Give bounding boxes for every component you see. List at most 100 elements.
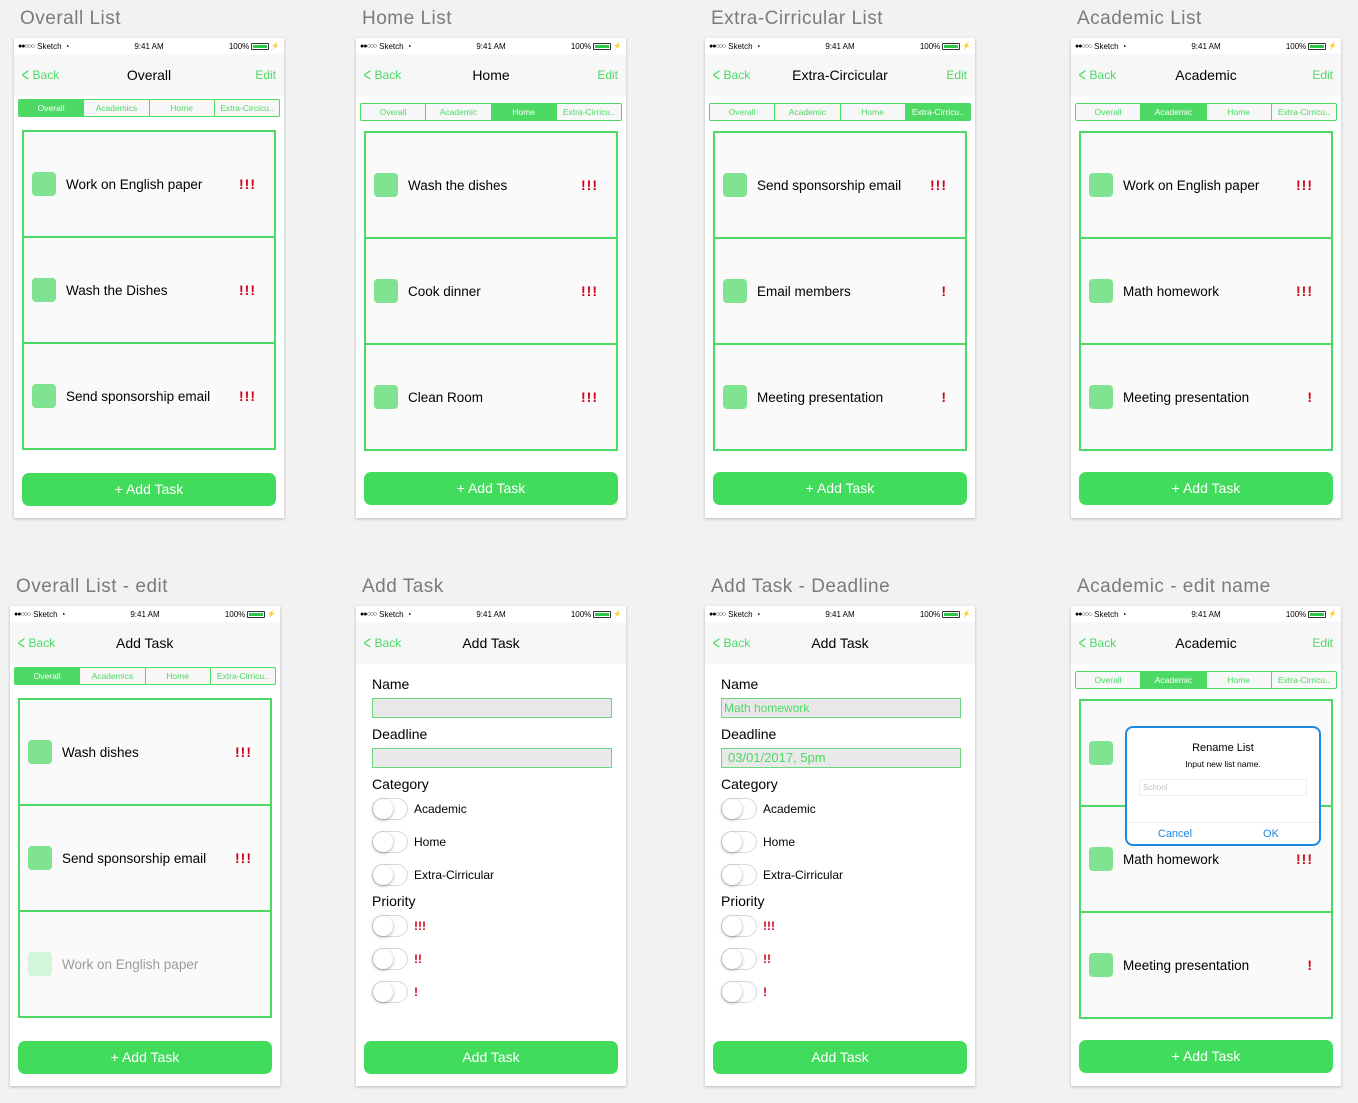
task-checkbox[interactable] xyxy=(1089,173,1113,197)
edit-button[interactable]: Edit xyxy=(597,68,618,82)
priority-low-toggle[interactable] xyxy=(372,980,408,1003)
back-button[interactable]: < Back xyxy=(362,66,402,84)
cancel-button[interactable]: Cancel xyxy=(1127,823,1223,844)
category-home-toggle[interactable] xyxy=(721,830,757,853)
task-checkbox[interactable] xyxy=(723,279,747,303)
task-row[interactable]: Send sponsorship email!!! xyxy=(713,131,967,239)
tab-academic[interactable]: Academic xyxy=(775,104,841,120)
task-checkbox[interactable] xyxy=(723,385,747,409)
edit-button[interactable]: Edit xyxy=(255,68,276,82)
category-home-toggle[interactable] xyxy=(372,830,408,853)
task-checkbox[interactable] xyxy=(1089,741,1113,765)
task-row[interactable]: Send sponsorship email!!! xyxy=(22,342,276,450)
tab-overall[interactable]: Overall xyxy=(15,668,81,684)
tab-home[interactable]: Home xyxy=(1207,104,1272,120)
tab-overall[interactable]: Overall xyxy=(361,104,427,120)
task-checkbox[interactable] xyxy=(1089,385,1113,409)
back-button[interactable]: < Back xyxy=(20,66,60,84)
tab-academic[interactable]: Academic xyxy=(1141,672,1207,688)
tab-extra-curricular[interactable]: Extra-Cirricu.. xyxy=(1272,672,1336,688)
task-checkbox[interactable] xyxy=(374,173,398,197)
tab-home[interactable]: Home xyxy=(1207,672,1272,688)
add-task-button[interactable]: + Add Task xyxy=(22,473,276,506)
edit-button[interactable]: Edit xyxy=(1312,636,1333,650)
task-checkbox[interactable] xyxy=(374,385,398,409)
tab-home[interactable]: Home xyxy=(150,100,215,116)
tab-academics[interactable]: Academics xyxy=(84,100,150,116)
deadline-field[interactable] xyxy=(372,748,612,768)
list-name-input[interactable]: School xyxy=(1139,779,1307,796)
task-checkbox[interactable] xyxy=(723,173,747,197)
task-row[interactable]: Email members! xyxy=(713,237,967,345)
task-row[interactable]: Meeting presentation! xyxy=(1079,911,1333,1019)
submit-add-task-button[interactable]: Add Task xyxy=(713,1041,967,1074)
tab-home[interactable]: Home xyxy=(146,668,211,684)
back-button[interactable]: < Back xyxy=(1077,634,1117,652)
add-task-button[interactable]: + Add Task xyxy=(713,472,967,505)
task-checkbox[interactable] xyxy=(1089,279,1113,303)
task-row[interactable]: Send sponsorship email!!! xyxy=(18,804,272,912)
back-button[interactable]: < Back xyxy=(362,634,402,652)
category-academic-toggle[interactable] xyxy=(372,797,408,820)
back-button[interactable]: < Back xyxy=(711,66,751,84)
tab-home[interactable]: Home xyxy=(491,104,557,120)
back-button[interactable]: < Back xyxy=(1077,66,1117,84)
task-checkbox[interactable] xyxy=(32,278,56,302)
tab-extra-curricular[interactable]: Extra-Circicu.. xyxy=(215,100,279,116)
task-row-dragging[interactable]: Work on English paper xyxy=(18,910,272,1018)
edit-button[interactable]: Edit xyxy=(1312,68,1333,82)
task-row[interactable]: Wash dishes!!! xyxy=(18,698,272,806)
task-checkbox[interactable] xyxy=(1089,953,1113,977)
tab-overall[interactable]: Overall xyxy=(710,104,776,120)
priority-high-toggle[interactable] xyxy=(721,914,757,937)
priority-medium-toggle[interactable] xyxy=(372,947,408,970)
add-task-button[interactable]: + Add Task xyxy=(18,1041,272,1074)
task-checkbox[interactable] xyxy=(28,846,52,870)
tab-extra-curricular[interactable]: Extra-Cirricu.. xyxy=(557,104,621,120)
task-row[interactable]: Meeting presentation! xyxy=(713,343,967,451)
task-row[interactable]: Clean Room!!! xyxy=(364,343,618,451)
task-checkbox[interactable] xyxy=(32,172,56,196)
submit-add-task-button[interactable]: Add Task xyxy=(364,1041,618,1074)
priority-medium-toggle[interactable] xyxy=(721,947,757,970)
name-field[interactable]: Math homework xyxy=(721,698,961,718)
ok-button[interactable]: OK xyxy=(1223,823,1319,844)
add-task-button[interactable]: + Add Task xyxy=(364,472,618,505)
tab-overall[interactable]: Overall xyxy=(19,100,85,116)
task-checkbox[interactable] xyxy=(32,384,56,408)
tab-home[interactable]: Home xyxy=(841,104,906,120)
category-extra-curricular-toggle[interactable] xyxy=(721,863,757,886)
tab-academics[interactable]: Academics xyxy=(80,668,146,684)
task-row[interactable]: Work on English paper!!! xyxy=(22,130,276,238)
add-task-button[interactable]: + Add Task xyxy=(1079,1040,1333,1073)
tab-overall[interactable]: Overall xyxy=(1076,672,1142,688)
back-button[interactable]: < Back xyxy=(711,634,751,652)
category-academic-toggle[interactable] xyxy=(721,797,757,820)
priority-high-toggle[interactable] xyxy=(372,914,408,937)
task-checkbox[interactable] xyxy=(28,952,52,976)
tab-extra-curricular[interactable]: Extra-Cirricu.. xyxy=(211,668,275,684)
task-row[interactable]: Cook dinner!!! xyxy=(364,237,618,345)
tab-extra-curricular[interactable]: Extra-Cirricu.. xyxy=(1272,104,1336,120)
task-row[interactable]: Math homework!!! xyxy=(1079,237,1333,345)
task-row[interactable]: Wash the Dishes!!! xyxy=(22,236,276,344)
task-checkbox[interactable] xyxy=(374,279,398,303)
task-checkbox[interactable] xyxy=(28,740,52,764)
task-row[interactable]: Work on English paper!!! xyxy=(1079,131,1333,239)
deadline-field[interactable]: 03/01/2017, 5pm xyxy=(721,748,961,768)
tab-academic[interactable]: Academic xyxy=(426,104,492,120)
task-row[interactable]: Wash the dishes!!! xyxy=(364,131,618,239)
add-task-button[interactable]: + Add Task xyxy=(1079,472,1333,505)
tab-academic[interactable]: Academic xyxy=(1141,104,1207,120)
task-row[interactable]: Meeting presentation! xyxy=(1079,343,1333,451)
artboard-title: Add Task - Deadline xyxy=(711,576,891,597)
task-checkbox[interactable] xyxy=(1089,847,1113,871)
back-button[interactable]: < Back xyxy=(16,634,56,652)
edit-button[interactable]: Edit xyxy=(946,68,967,82)
priority-low-toggle[interactable] xyxy=(721,980,757,1003)
category-option: Academic xyxy=(372,792,612,825)
tab-extra-curricular[interactable]: Extra-Cirricu.. xyxy=(905,104,970,120)
name-field[interactable] xyxy=(372,698,612,718)
category-extra-curricular-toggle[interactable] xyxy=(372,863,408,886)
tab-overall[interactable]: Overall xyxy=(1076,104,1142,120)
